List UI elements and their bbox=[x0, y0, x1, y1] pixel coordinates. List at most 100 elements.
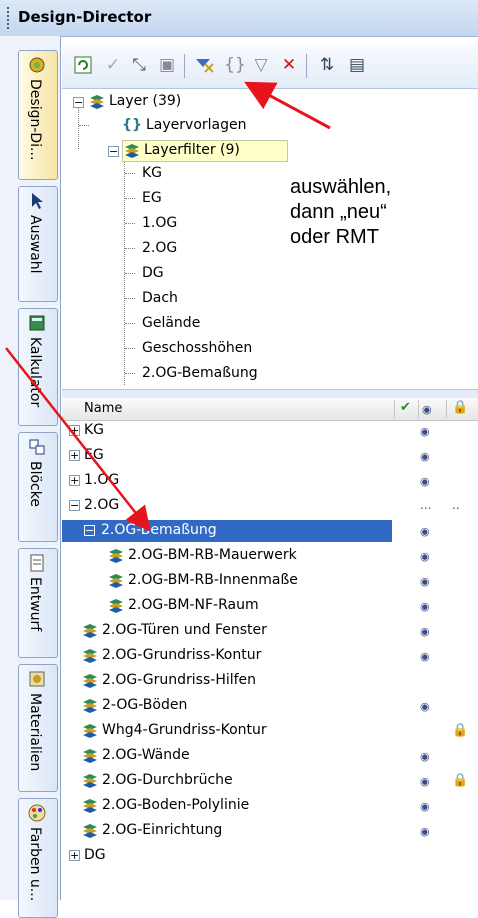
layer-settings-button[interactable]: ▤ bbox=[344, 52, 370, 78]
visibility-eye-icon[interactable]: ◉ bbox=[420, 600, 430, 613]
tab-label: Design-Di... bbox=[27, 79, 43, 161]
tree-filter-label[interactable]: Layerfilter (9) bbox=[144, 142, 240, 158]
list-row-kg[interactable]: + KG ◉ bbox=[62, 420, 478, 442]
refresh-button[interactable] bbox=[70, 52, 96, 78]
filter-item[interactable]: 2.OG-Bemaßung bbox=[142, 365, 258, 381]
tab-kalkulator[interactable]: Kalkulator bbox=[18, 308, 58, 426]
layer-filter-icon bbox=[125, 144, 139, 158]
row-label: 2.OG-Durchbrüche bbox=[102, 772, 233, 788]
filter-item[interactable]: Geschosshöhen bbox=[142, 340, 252, 356]
delete-button[interactable]: ✕ bbox=[276, 52, 302, 78]
tree-templates-label[interactable]: Layervorlagen bbox=[146, 117, 246, 133]
list-row-layer[interactable]: 2.OG-Einrichtung ◉ bbox=[62, 820, 478, 842]
list-row-layer[interactable]: 2.OG-Grundriss-Kontur ◉ bbox=[62, 645, 478, 667]
filter-item[interactable]: KG bbox=[142, 165, 162, 181]
visibility-eye-icon[interactable]: ◉ bbox=[420, 750, 430, 763]
list-row-layer[interactable]: 2.OG-Türen und Fenster ◉ bbox=[62, 620, 478, 642]
layer-icon bbox=[83, 649, 97, 663]
layer-icon bbox=[83, 624, 97, 638]
mixed-state-indicator[interactable]: .. bbox=[452, 498, 460, 512]
tab-design-director[interactable]: Design-Di... bbox=[18, 50, 58, 180]
visibility-eye-icon[interactable]: ◉ bbox=[420, 550, 430, 563]
lock-icon[interactable]: 🔒 bbox=[452, 723, 468, 738]
tree-connector bbox=[125, 223, 135, 224]
tree-root-label[interactable]: Layer (39) bbox=[109, 93, 181, 109]
list-row-layer[interactable]: 2-OG-Böden ◉ bbox=[62, 695, 478, 717]
filter-item[interactable]: DG bbox=[142, 265, 164, 281]
visibility-eye-icon[interactable]: ◉ bbox=[420, 650, 430, 663]
list-row-layer[interactable]: 2.OG-Durchbrüche ◉ 🔒 bbox=[62, 770, 478, 792]
lock-icon[interactable]: 🔒 bbox=[452, 773, 468, 788]
list-row-layer[interactable]: 2.OG-Grundriss-Hilfen bbox=[62, 670, 478, 692]
sort-button[interactable]: ⇅ bbox=[314, 52, 340, 78]
list-row-2og-bemassung[interactable]: − 2.OG-Bemaßung ◉ bbox=[62, 520, 478, 542]
row-label: KG bbox=[84, 422, 105, 438]
select-tool-button[interactable]: ⤡ bbox=[126, 52, 152, 78]
template-button[interactable]: {} bbox=[222, 52, 248, 78]
row-expander[interactable]: + bbox=[69, 850, 80, 861]
tab-auswahl[interactable]: Auswahl bbox=[18, 186, 58, 302]
list-row-1og[interactable]: + 1.OG ◉ bbox=[62, 470, 478, 492]
draft-icon bbox=[30, 554, 44, 572]
visibility-eye-icon[interactable]: ◉ bbox=[420, 425, 430, 438]
row-expander[interactable]: + bbox=[69, 425, 80, 436]
list-row-layer[interactable]: 2.OG-Wände ◉ bbox=[62, 745, 478, 767]
layer-list: Name ✔ ◉ 🔒 + KG ◉ + EG ◉ + 1.OG ◉ − 2.OG… bbox=[62, 398, 478, 900]
visibility-eye-icon[interactable]: ◉ bbox=[420, 475, 430, 488]
column-active-checkmark-icon[interactable]: ✔ bbox=[400, 400, 411, 415]
mixed-state-indicator[interactable]: ... bbox=[420, 498, 431, 512]
list-row-layer[interactable]: 2.OG-BM-RB-Innenmaße ◉ bbox=[62, 570, 478, 592]
new-filter-button[interactable] bbox=[192, 52, 218, 78]
column-separator[interactable] bbox=[418, 400, 419, 418]
column-lock-icon[interactable]: 🔒 bbox=[452, 400, 468, 415]
list-row-layer[interactable]: 2.OG-BM-NF-Raum ◉ bbox=[62, 595, 478, 617]
visibility-eye-icon[interactable]: ◉ bbox=[420, 575, 430, 588]
row-label: DG bbox=[84, 847, 106, 863]
row-label: 1.OG bbox=[84, 472, 120, 488]
visibility-eye-icon[interactable]: ◉ bbox=[420, 800, 430, 813]
visibility-eye-icon[interactable]: ◉ bbox=[420, 625, 430, 638]
visibility-eye-icon[interactable]: ◉ bbox=[420, 775, 430, 788]
list-row-eg[interactable]: + EG ◉ bbox=[62, 445, 478, 467]
filter-item[interactable]: Gelände bbox=[142, 315, 200, 331]
tree-connector bbox=[125, 273, 135, 274]
visibility-eye-icon[interactable]: ◉ bbox=[420, 825, 430, 838]
row-expander[interactable]: − bbox=[69, 500, 80, 511]
visibility-eye-icon[interactable]: ◉ bbox=[420, 700, 430, 713]
list-row-layer[interactable]: 2.OG-BM-RB-Mauerwerk ◉ bbox=[62, 545, 478, 567]
column-header-name[interactable]: Name bbox=[84, 401, 122, 416]
column-separator[interactable] bbox=[446, 400, 447, 418]
tab-bloecke[interactable]: Blöcke bbox=[18, 432, 58, 542]
delete-x-icon: ✕ bbox=[281, 55, 297, 75]
layer-icon bbox=[109, 574, 123, 588]
tree-expander[interactable]: − bbox=[73, 97, 84, 108]
tree-expander[interactable]: − bbox=[108, 146, 119, 157]
annotation-line: auswählen, bbox=[290, 176, 392, 198]
filter-item[interactable]: 1.OG bbox=[142, 215, 177, 231]
row-expander[interactable]: + bbox=[69, 475, 80, 486]
list-row-layer[interactable]: Whg4-Grundriss-Kontur 🔒 bbox=[62, 720, 478, 742]
row-expander[interactable]: + bbox=[69, 450, 80, 461]
layer-icon bbox=[83, 674, 97, 688]
layer-icon bbox=[83, 749, 97, 763]
filter-item[interactable]: Dach bbox=[142, 290, 178, 306]
tab-entwurf[interactable]: Entwurf bbox=[18, 548, 58, 658]
row-expander[interactable]: − bbox=[84, 525, 95, 536]
apply-button[interactable]: ✓ bbox=[100, 52, 126, 78]
list-row-2og[interactable]: − 2.OG ... .. bbox=[62, 495, 478, 517]
properties-button[interactable]: ▣ bbox=[154, 52, 180, 78]
tab-materialien[interactable]: Materialien bbox=[18, 664, 58, 792]
filter-edit-button[interactable]: ▽ bbox=[248, 52, 274, 78]
row-label: 2.OG-BM-NF-Raum bbox=[128, 597, 259, 613]
filter-item[interactable]: 2.OG bbox=[142, 240, 177, 256]
column-visibility-eye-icon[interactable]: ◉ bbox=[422, 403, 432, 416]
drag-grip[interactable] bbox=[7, 7, 12, 29]
tab-farben[interactable]: Farben u... bbox=[18, 798, 58, 918]
column-separator[interactable] bbox=[394, 400, 395, 418]
list-row-layer[interactable]: 2.OG-Boden-Polylinie ◉ bbox=[62, 795, 478, 817]
visibility-eye-icon[interactable]: ◉ bbox=[420, 525, 430, 538]
panel-title-bar[interactable]: Design-Director bbox=[0, 0, 478, 37]
list-row-dg[interactable]: + DG bbox=[62, 845, 478, 867]
filter-item[interactable]: EG bbox=[142, 190, 162, 206]
visibility-eye-icon[interactable]: ◉ bbox=[420, 450, 430, 463]
